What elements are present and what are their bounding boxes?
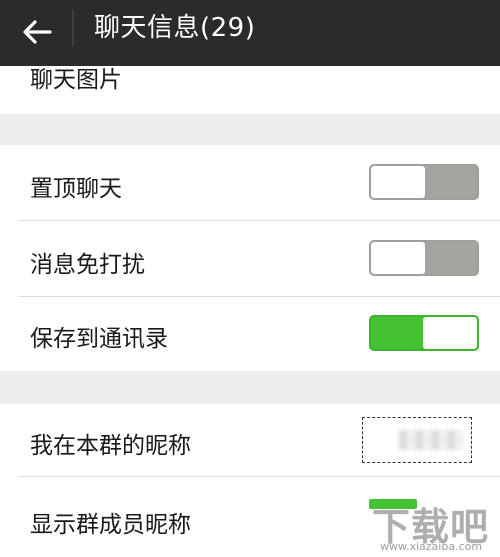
top-app-bar: 聊天信息(29) — [0, 0, 500, 66]
save-contacts-label: 保存到通讯录 — [30, 326, 168, 352]
chat-images-label: 聊天图片 — [30, 67, 122, 93]
mute-toggle[interactable] — [369, 240, 479, 276]
chat-images-row[interactable]: 聊天图片 — [0, 66, 500, 114]
toggle-knob — [423, 317, 477, 349]
blurred-nickname — [399, 430, 463, 450]
mute-row[interactable]: 消息免打扰 — [0, 221, 500, 296]
chat-info-screen: 聊天信息(29) 聊天图片 置顶聊天 消息免打扰 保存到通讯录 我在本群的昵称 … — [0, 0, 500, 557]
watermark: 下载吧 www.xiazaiba.com — [372, 496, 494, 554]
pin-chat-row[interactable]: 置顶聊天 — [0, 145, 500, 220]
nickname-value-box[interactable] — [362, 417, 472, 463]
pin-chat-toggle[interactable] — [369, 164, 479, 200]
toggle-knob — [371, 166, 425, 198]
save-contacts-toggle[interactable] — [369, 315, 479, 351]
save-contacts-row[interactable]: 保存到通讯录 — [0, 297, 500, 371]
back-button[interactable] — [14, 10, 60, 54]
chat-settings-section: 置顶聊天 消息免打扰 保存到通讯录 — [0, 145, 500, 371]
chat-images-section: 聊天图片 — [0, 66, 500, 114]
my-nickname-label: 我在本群的昵称 — [30, 433, 191, 459]
toggle-knob — [371, 242, 425, 274]
show-member-nicknames-label: 显示群成员昵称 — [30, 512, 191, 538]
page-title: 聊天信息(29) — [94, 13, 256, 43]
my-nickname-row[interactable]: 我在本群的昵称 — [0, 404, 500, 476]
pin-chat-label: 置顶聊天 — [30, 176, 122, 202]
watermark-url: www.xiazaiba.com — [380, 540, 483, 553]
mute-label: 消息免打扰 — [30, 252, 145, 278]
header-divider — [72, 10, 74, 46]
arrow-left-icon — [23, 20, 52, 44]
